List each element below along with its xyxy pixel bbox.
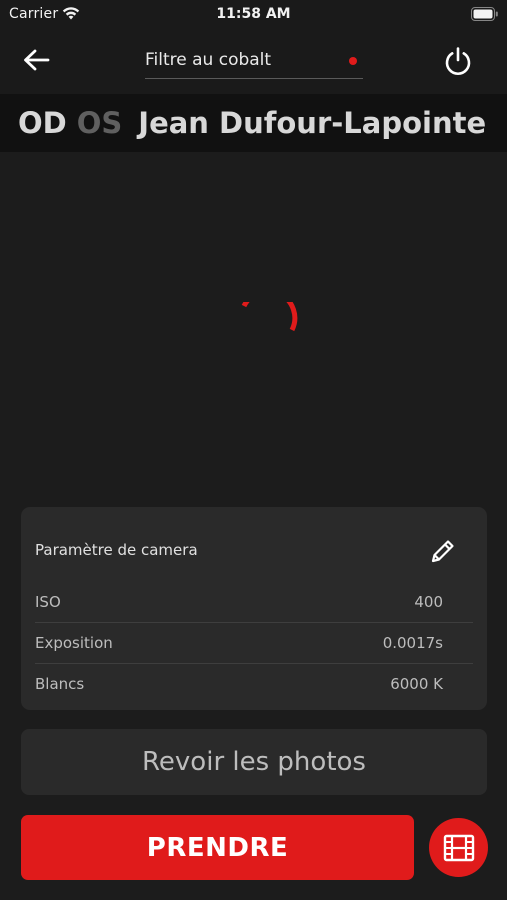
back-button[interactable] bbox=[16, 42, 56, 78]
iso-label: ISO bbox=[35, 593, 61, 611]
filter-selector[interactable]: Filtre au cobalt bbox=[145, 44, 363, 79]
patient-name: Jean Dufour-Lapointe bbox=[138, 106, 487, 140]
battery-icon bbox=[471, 7, 498, 21]
white-balance-value: 6000 K bbox=[390, 675, 443, 693]
take-photo-button[interactable]: PRENDRE bbox=[21, 815, 414, 880]
status-time: 11:58 AM bbox=[216, 6, 291, 22]
take-photo-label: PRENDRE bbox=[146, 832, 289, 863]
top-nav: Filtre au cobalt bbox=[0, 30, 507, 94]
exposure-value: 0.0017s bbox=[382, 634, 443, 652]
pencil-icon bbox=[431, 540, 454, 563]
film-strip-icon bbox=[443, 834, 474, 861]
eye-od-toggle[interactable]: OD bbox=[18, 106, 67, 140]
camera-settings-card: Paramètre de camera ISO 400 Exposition 0… bbox=[21, 507, 487, 710]
camera-settings-title: Paramètre de camera bbox=[35, 541, 198, 559]
patient-banner: OD OS Jean Dufour-Lapointe bbox=[0, 94, 507, 152]
iso-value: 400 bbox=[414, 593, 443, 611]
review-photos-label: Revoir les photos bbox=[142, 747, 366, 777]
exposure-label: Exposition bbox=[35, 634, 113, 652]
settings-row-white-balance: Blancs 6000 K bbox=[35, 663, 473, 704]
eye-os-toggle[interactable]: OS bbox=[77, 106, 123, 140]
arrow-left-icon bbox=[24, 49, 50, 71]
settings-row-exposure: Exposition 0.0017s bbox=[35, 622, 473, 664]
filter-status-dot bbox=[349, 57, 357, 65]
status-bar: Carrier 11:58 AM bbox=[0, 0, 507, 30]
power-button[interactable] bbox=[438, 42, 478, 80]
white-balance-label: Blancs bbox=[35, 675, 85, 693]
video-record-button[interactable] bbox=[429, 818, 488, 877]
settings-row-iso: ISO 400 bbox=[35, 581, 473, 623]
filter-label: Filtre au cobalt bbox=[145, 50, 272, 70]
review-photos-button[interactable]: Revoir les photos bbox=[21, 729, 487, 795]
edit-settings-button[interactable] bbox=[423, 531, 463, 571]
loading-spinner-icon bbox=[241, 302, 298, 332]
power-icon bbox=[445, 47, 471, 75]
